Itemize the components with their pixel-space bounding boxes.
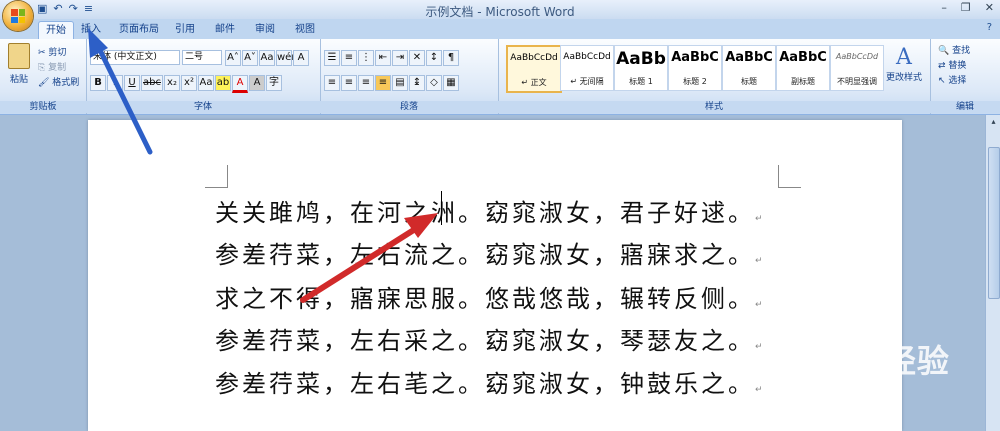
grow-font-icon[interactable]: A˄: [225, 50, 241, 66]
underline-icon[interactable]: U: [124, 75, 140, 91]
superscript-icon[interactable]: x²: [181, 75, 197, 91]
select-button[interactable]: ↖ 选择: [938, 73, 966, 86]
paragraph-row2: ≡ ≡ ≡ ≡ ▤ ↨ ◇ ▦: [324, 75, 460, 91]
tab-insert[interactable]: 插入: [76, 21, 106, 38]
window-title: 示例文档 - Microsoft Word: [425, 5, 575, 19]
replace-button[interactable]: ⇄ 替换: [938, 58, 966, 71]
tab-references[interactable]: 引用: [170, 21, 200, 38]
style-heading-1[interactable]: AaBb 标题 1: [614, 45, 668, 91]
align-right-icon[interactable]: ≡: [358, 75, 374, 91]
font-group-label: 字体: [86, 101, 320, 113]
shading-icon[interactable]: ◇: [426, 75, 442, 91]
change-styles-button[interactable]: A 更改样式: [884, 45, 924, 83]
cut-button[interactable]: ✂ 剪切: [38, 45, 66, 58]
style-heading-2[interactable]: AaBbC 标题 2: [668, 45, 722, 91]
office-logo-icon: [11, 9, 25, 23]
show-marks-icon[interactable]: ¶: [443, 50, 459, 66]
style-title[interactable]: AaBbC 标题: [722, 45, 776, 91]
ruler-toggle-icon[interactable]: ▴: [986, 117, 1000, 126]
copy-button[interactable]: ⎘ 复制: [38, 60, 66, 73]
shrink-font-icon[interactable]: A˅: [242, 50, 258, 66]
scrollbar-thumb[interactable]: [988, 147, 1000, 299]
tab-view[interactable]: 视图: [288, 21, 322, 38]
font-row2-buttons: B I Uabc x₂ x² Aa ab A A 字: [90, 75, 283, 93]
window-controls: – ❐ ✕: [941, 1, 994, 14]
clipboard-group-label: 剪贴板: [0, 101, 86, 113]
baidu-watermark: Bai du 经验 jingyan.baidu.com: [752, 342, 950, 400]
subscript-icon[interactable]: x₂: [164, 75, 180, 91]
change-styles-icon: A: [896, 45, 912, 70]
asian-layout-icon[interactable]: ✕: [409, 50, 425, 66]
tab-review[interactable]: 审阅: [248, 21, 282, 38]
align-center-icon[interactable]: ≡: [341, 75, 357, 91]
tab-page-layout[interactable]: 页面布局: [114, 21, 164, 38]
italic-icon[interactable]: I: [107, 75, 123, 91]
align-left-icon[interactable]: ≡: [324, 75, 340, 91]
close-button[interactable]: ✕: [985, 1, 994, 14]
highlight-icon[interactable]: ab: [215, 75, 231, 91]
character-border-icon[interactable]: A: [293, 50, 309, 66]
document-line-3[interactable]: 求之不得，寤寐思服。悠哉悠哉，辗转反侧。↵: [215, 279, 763, 314]
paste-button[interactable]: 粘贴: [6, 43, 32, 85]
office-button[interactable]: [3, 1, 33, 31]
document-line-5[interactable]: 参差荇菜，左右芼之。窈窕淑女，钟鼓乐之。↵: [215, 364, 763, 399]
title-bar: ▣ ↶ ↷ ≡ 示例文档 - Microsoft Word – ❐ ✕: [0, 0, 1000, 19]
tab-home[interactable]: 开始: [38, 21, 74, 39]
font-color-icon[interactable]: A: [232, 75, 248, 93]
crop-mark-right: [778, 165, 801, 188]
enclose-characters-icon[interactable]: 字: [266, 75, 282, 91]
find-button[interactable]: 🔍 查找: [938, 43, 970, 56]
style-subtitle[interactable]: AaBbC 副标题: [776, 45, 830, 91]
crop-mark-left: [205, 165, 228, 188]
editing-group: 🔍 查找 ⇄ 替换 ↖ 选择 编辑: [930, 39, 1000, 114]
ribbon: 粘贴 ✂ 剪切 ⎘ 复制 🖌 格式刷 剪贴板 宋体 (中文正文) 二号 A˄ A˅…: [0, 39, 1000, 115]
document-line-1[interactable]: 关关雎鸠，在河之洲。窈窕淑女，君子好逑。↵: [215, 193, 763, 228]
text-cursor: [441, 191, 442, 225]
document-line-2[interactable]: 参差荇菜，左右流之。窈窕淑女，寤寐求之。↵: [215, 235, 763, 270]
justify-icon[interactable]: ≡: [375, 75, 391, 91]
multilevel-list-icon[interactable]: ⋮: [358, 50, 374, 66]
change-case-icon[interactable]: Aa: [259, 50, 275, 66]
style-no-spacing[interactable]: AaBbCcDd ↵ 无间隔: [560, 45, 614, 91]
paragraph-group-label: 段落: [320, 101, 498, 113]
clear-formatting-icon[interactable]: Aa: [198, 75, 214, 91]
decrease-indent-icon[interactable]: ⇤: [375, 50, 391, 66]
font-size-select[interactable]: 二号: [182, 50, 222, 65]
line-spacing-icon[interactable]: ↨: [409, 75, 425, 91]
maximize-button[interactable]: ❐: [961, 1, 971, 14]
document-line-4[interactable]: 参差荇菜，左右采之。窈窕淑女，琴瑟友之。↵: [215, 321, 763, 356]
minimize-button[interactable]: –: [941, 1, 947, 14]
styles-group: AaBbCcDd ↵ 正文 AaBbCcDd ↵ 无间隔 AaBb 标题 1 A…: [498, 39, 931, 114]
clipboard-icon: [8, 43, 30, 69]
phonetic-guide-icon[interactable]: wén: [276, 50, 298, 66]
help-icon[interactable]: ?: [987, 22, 992, 33]
style-subtle-emphasis[interactable]: AaBbCcDd 不明显强调: [830, 45, 884, 91]
paragraph-group: ☰ ≡ ⋮ ⇤ ⇥ ✕ ↕ ¶ ≡ ≡ ≡ ≡ ▤ ↨ ◇ ▦ 段落: [320, 39, 499, 114]
font-row1-buttons: A˄ A˅ Aa wénA: [225, 50, 310, 66]
tab-mailings[interactable]: 邮件: [208, 21, 242, 38]
font-name-select[interactable]: 宋体 (中文正文): [90, 50, 180, 65]
format-painter-button[interactable]: 🖌 格式刷: [38, 75, 79, 88]
numbering-icon[interactable]: ≡: [341, 50, 357, 66]
strikethrough-icon[interactable]: abc: [141, 75, 163, 91]
increase-indent-icon[interactable]: ⇥: [392, 50, 408, 66]
borders-icon[interactable]: ▦: [443, 75, 459, 91]
bullets-icon[interactable]: ☰: [324, 50, 340, 66]
clipboard-group: 粘贴 ✂ 剪切 ⎘ 复制 🖌 格式刷 剪贴板: [0, 39, 87, 114]
distribute-icon[interactable]: ▤: [392, 75, 408, 91]
font-group: 宋体 (中文正文) 二号 A˄ A˅ Aa wénA B I Uabc x₂ x² Aa ab A A…: [86, 39, 321, 114]
ribbon-tabs: 开始 插入 页面布局 引用 邮件 审阅 视图 ?: [0, 19, 1000, 40]
bold-icon[interactable]: B: [90, 75, 106, 91]
paragraph-row1: ☰ ≡ ⋮ ⇤ ⇥ ✕ ↕ ¶: [324, 50, 460, 66]
editing-group-label: 编辑: [930, 101, 1000, 113]
sort-icon[interactable]: ↕: [426, 50, 442, 66]
styles-group-label: 样式: [498, 101, 930, 113]
character-shading-icon[interactable]: A: [249, 75, 265, 91]
vertical-scrollbar[interactable]: ▴: [985, 115, 1000, 431]
style-normal[interactable]: AaBbCcDd ↵ 正文: [506, 45, 562, 93]
